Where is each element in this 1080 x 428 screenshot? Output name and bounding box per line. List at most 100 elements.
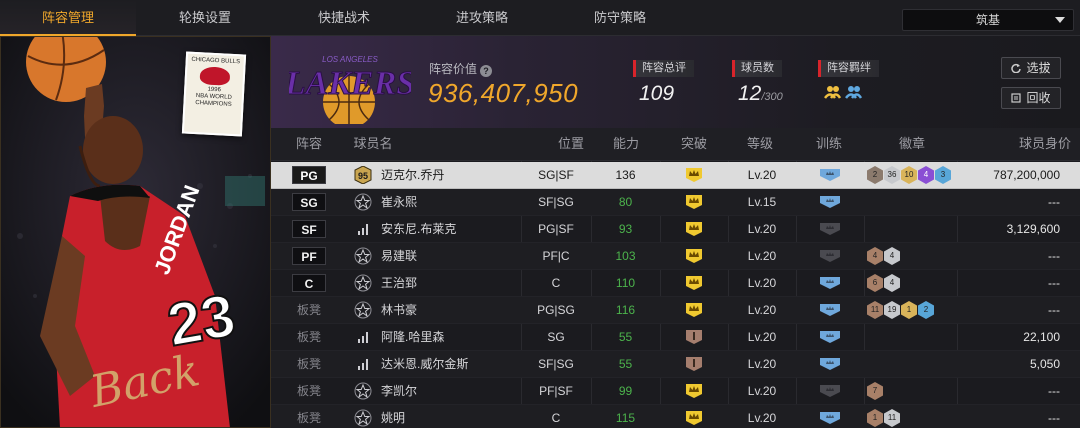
player-position: C (551, 411, 561, 425)
breakthrough-cell[interactable] (660, 162, 728, 189)
rank-one-icon (686, 330, 702, 344)
badge-icon[interactable]: 4 (867, 247, 883, 265)
tab-offense-strategy[interactable]: 进攻策略 (414, 0, 550, 35)
player-name[interactable]: 阿隆.哈里森 (381, 324, 444, 351)
table-row[interactable]: C 王治郅 C 110 Lv.20 6 4 --- (271, 270, 1080, 297)
bond-gold-icon[interactable] (823, 83, 842, 100)
player-hero-card[interactable]: JORDAN 23 CHICAGO BULLS 1996 NBA WORLD C… (0, 36, 271, 428)
badge-icon[interactable]: 11 (884, 409, 900, 427)
training-cell[interactable] (796, 324, 864, 351)
championship-card: CHICAGO BULLS 1996 NBA WORLD CHAMPIONS (181, 51, 247, 137)
player-name[interactable]: 林书豪 (381, 297, 417, 324)
badge-icon[interactable]: 4 (918, 166, 934, 184)
breakthrough-cell[interactable] (660, 297, 728, 324)
training-cell[interactable] (796, 189, 864, 216)
lineup-select[interactable]: 筑基 (902, 9, 1074, 31)
lakers-logo: LOS ANGELES LAKERS (289, 55, 411, 124)
badge-icon[interactable]: 4 (884, 274, 900, 292)
pick-button[interactable]: 选拔 (1001, 57, 1061, 79)
recycle-button[interactable]: 回收 (1001, 87, 1061, 109)
table-row[interactable]: 板凳 林书豪 PG|SG 116 Lv.20 11 19 1 2 --- (271, 297, 1080, 324)
help-icon[interactable]: ? (480, 65, 493, 77)
badge-icon[interactable]: 36 (884, 166, 900, 184)
table-row[interactable]: 板凳 姚明 C 115 Lv.20 1 11 --- (271, 405, 1080, 428)
player-name[interactable]: 安东尼.布莱克 (381, 216, 456, 243)
training-cell[interactable] (796, 243, 864, 270)
breakthrough-cell[interactable] (660, 324, 728, 351)
slot-badge: PG (292, 166, 326, 184)
table-row[interactable]: 板凳 阿隆.哈里森 SG 55 Lv.20 22,100 (271, 324, 1080, 351)
breakthrough-cell[interactable] (660, 216, 728, 243)
badge-list: 11 19 1 2 (867, 301, 934, 319)
badge-icon[interactable]: 7 (867, 382, 883, 400)
player-ability: 136 (615, 168, 636, 182)
breakthrough-cell[interactable] (660, 351, 728, 378)
table-row[interactable]: SG 崔永熙 SF|SG 80 Lv.15 --- (271, 189, 1080, 216)
training-icon (820, 196, 840, 208)
training-cell[interactable] (796, 162, 864, 189)
recycle-icon (1011, 93, 1022, 103)
breakthrough-cell[interactable] (660, 243, 728, 270)
player-name[interactable]: 易建联 (381, 243, 417, 270)
table-row[interactable]: 板凳 李凯尔 PF|SF 99 Lv.20 7 --- (271, 378, 1080, 405)
badge-icon[interactable]: 4 (884, 247, 900, 265)
badge-list: 2 36 10 4 3 (867, 166, 951, 184)
training-icon (820, 277, 840, 289)
stat-bonds: 阵容羁绊 (818, 58, 879, 100)
table-row[interactable]: PG 95 迈克尔.乔丹 SG|SF 136 Lv.20 2 36 10 4 3 787,200,00… (271, 162, 1080, 189)
badge-icon[interactable]: 1 (901, 301, 917, 319)
training-cell[interactable] (796, 270, 864, 297)
player-name[interactable]: 王治郅 (381, 270, 417, 297)
training-icon (820, 412, 840, 424)
player-name[interactable]: 迈克尔.乔丹 (381, 162, 444, 189)
card-subtitle: NBA WORLD CHAMPIONS (195, 93, 232, 108)
breakthrough-cell[interactable] (660, 270, 728, 297)
badge-icon[interactable]: 10 (901, 166, 917, 184)
badge-icon[interactable]: 1 (867, 409, 883, 427)
top-nav: 阵容管理 轮换设置 快捷战术 进攻策略 防守策略 筑基 (0, 0, 1080, 36)
training-cell[interactable] (796, 351, 864, 378)
bond-label: 阵容羁绊 (818, 60, 879, 77)
player-ability: 80 (618, 195, 633, 209)
player-name[interactable]: 达米恩.威尔金斯 (381, 351, 468, 378)
training-cell[interactable] (796, 405, 864, 428)
slot-cell: 板凳 (271, 297, 347, 324)
player-level: Lv.20 (747, 384, 777, 398)
player-salary: --- (1048, 411, 1060, 425)
player-salary: --- (1048, 384, 1060, 398)
tab-quick-tactics[interactable]: 快捷战术 (274, 0, 414, 35)
slot-cell: 板凳 (271, 324, 347, 351)
player-level: Lv.20 (747, 168, 777, 182)
tab-roster[interactable]: 阵容管理 (0, 0, 136, 36)
badge-icon[interactable]: 11 (867, 301, 883, 319)
breakthrough-cell[interactable] (660, 378, 728, 405)
player-position: PG|SG (537, 303, 575, 317)
player-salary: --- (1048, 276, 1060, 290)
logo-top-text: LOS ANGELES (322, 55, 378, 64)
training-cell[interactable] (796, 297, 864, 324)
badge-icon[interactable]: 2 (918, 301, 934, 319)
slot-cell: PG (271, 162, 347, 189)
chevron-down-icon (1055, 17, 1065, 23)
training-cell[interactable] (796, 216, 864, 243)
table-row[interactable]: PF 易建联 PF|C 103 Lv.20 4 4 --- (271, 243, 1080, 270)
roster-table: 阵容 球员名 位置 能力 突破 等级 训练 徽章 球员身价 PG 95 迈克尔.乔丹… (271, 128, 1080, 428)
player-position: SG|SF (538, 168, 574, 182)
breakthrough-cell[interactable] (660, 189, 728, 216)
slot-badge: SF (292, 220, 326, 238)
tab-defense-strategy[interactable]: 防守策略 (550, 0, 690, 35)
player-name[interactable]: 崔永熙 (381, 189, 417, 216)
badge-icon[interactable]: 2 (867, 166, 883, 184)
table-row[interactable]: SF 安东尼.布莱克 PG|SF 93 Lv.20 3,129,600 (271, 216, 1080, 243)
badge-icon[interactable]: 6 (867, 274, 883, 292)
breakthrough-cell[interactable] (660, 405, 728, 428)
badge-icon[interactable]: 19 (884, 301, 900, 319)
bond-blue-icon[interactable] (844, 83, 863, 100)
badge-icon[interactable]: 3 (935, 166, 951, 184)
player-name[interactable]: 李凯尔 (381, 378, 417, 405)
player-name[interactable]: 姚明 (381, 405, 405, 428)
tab-rotation[interactable]: 轮换设置 (136, 0, 274, 35)
training-cell[interactable] (796, 378, 864, 405)
player-ability: 93 (618, 222, 633, 236)
table-row[interactable]: 板凳 达米恩.威尔金斯 SF|SG 55 Lv.20 5,050 (271, 351, 1080, 378)
